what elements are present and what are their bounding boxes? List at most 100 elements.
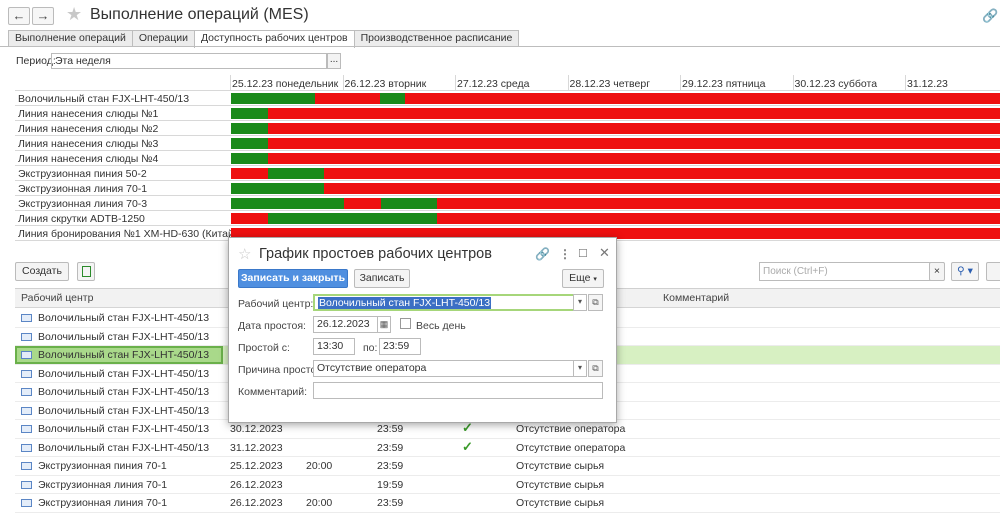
save-button[interactable]: Записать bbox=[354, 269, 410, 288]
cell-to: 23:59 bbox=[377, 423, 404, 435]
cell-wc: Экструзионная линия 70-1 bbox=[38, 478, 168, 491]
downtime-bar[interactable] bbox=[231, 93, 1000, 104]
link-icon[interactable]: 🔗 bbox=[982, 8, 998, 24]
to-time-field[interactable]: 23:59 bbox=[379, 338, 421, 355]
day-divider bbox=[567, 75, 569, 90]
close-icon[interactable]: ✕ bbox=[599, 245, 610, 261]
comment-label: Комментарий: bbox=[238, 386, 308, 398]
period-label: Период: bbox=[16, 55, 56, 67]
cell-reason: Отсутствие сырья bbox=[516, 497, 605, 509]
search-icon[interactable]: ⚲ ▾ bbox=[951, 262, 979, 281]
favorite-star-icon[interactable]: ★ bbox=[66, 4, 82, 25]
record-icon bbox=[21, 351, 32, 359]
link-icon[interactable]: 🔗 bbox=[535, 247, 550, 261]
from-time-field[interactable]: 13:30 bbox=[313, 338, 355, 355]
gantt-row-label[interactable]: Линия нанесения слюды №1 bbox=[18, 108, 158, 120]
available-bar[interactable] bbox=[231, 108, 269, 119]
gantt-row-label[interactable]: Линия бронирования №1 XM-HD-630 (Китай) bbox=[18, 228, 237, 240]
period-field[interactable]: Эта неделя bbox=[51, 53, 327, 69]
available-bar[interactable] bbox=[231, 183, 325, 194]
record-icon bbox=[21, 443, 32, 452]
cell-reason: Отсутствие оператора bbox=[516, 423, 626, 435]
tab-production-schedule[interactable]: Производственное расписание bbox=[353, 30, 520, 47]
day-header: 26.12.23 вторник bbox=[344, 78, 427, 90]
day-divider bbox=[230, 75, 231, 90]
tab-operations[interactable]: Операции bbox=[131, 30, 195, 47]
record-icon bbox=[21, 499, 32, 507]
clear-search-icon[interactable]: × bbox=[929, 262, 945, 281]
available-bar[interactable] bbox=[268, 213, 437, 224]
available-bar[interactable] bbox=[231, 198, 344, 209]
day-divider bbox=[905, 75, 906, 90]
gantt-row-label[interactable]: Экструзионная пиния 50-2 bbox=[18, 168, 147, 180]
cell-wc: Волочильный стан FJX-LHT-450/13 bbox=[38, 312, 210, 324]
save-and-close-button[interactable]: Записать и закрыть bbox=[238, 269, 348, 288]
cell-wc: Волочильный стан FJX-LHT-450/13 bbox=[38, 330, 210, 343]
chevron-down-icon[interactable]: ▾ bbox=[573, 294, 587, 311]
cell-to: 19:59 bbox=[377, 478, 404, 491]
back-arrow-icon[interactable]: ← bbox=[8, 7, 30, 25]
create-button[interactable]: Создать bbox=[15, 262, 69, 281]
available-bar[interactable] bbox=[268, 168, 325, 179]
downtime-bar[interactable] bbox=[231, 168, 1000, 179]
table-row[interactable]: Волочильный стан FJX-LHT-450/13 31.12.202… bbox=[15, 439, 1000, 457]
gantt-row-label[interactable]: Экструзионная линия 70-3 bbox=[18, 198, 147, 210]
cell-wc: Волочильный стан FJX-LHT-450/13 bbox=[38, 423, 210, 435]
forward-arrow-icon[interactable]: → bbox=[32, 7, 54, 25]
tab-divider bbox=[0, 46, 1000, 47]
allday-checkbox[interactable] bbox=[400, 318, 411, 329]
workcenter-field[interactable]: Волочильный стан FJX-LHT-450/13 bbox=[313, 294, 575, 311]
maximize-icon[interactable]: ☐ bbox=[578, 247, 588, 260]
day-divider bbox=[680, 75, 681, 90]
gantt-row-label[interactable]: Волочильный стан FJX-LHT-450/13 bbox=[18, 93, 189, 105]
available-bar[interactable] bbox=[231, 93, 316, 104]
period-select-button[interactable]: ... bbox=[327, 53, 341, 69]
to-label: по: bbox=[363, 342, 378, 354]
column-comment[interactable]: Комментарий bbox=[663, 292, 729, 304]
allday-label: Весь день bbox=[416, 320, 466, 332]
more-menu-icon[interactable]: ⋮ bbox=[559, 247, 571, 261]
excel-export-icon[interactable] bbox=[77, 262, 95, 281]
gantt-row-label[interactable]: Экструзионная линия 70-1 bbox=[18, 183, 147, 195]
downtime-bar[interactable] bbox=[231, 108, 1000, 119]
day-header: 27.12.23 среда bbox=[457, 78, 530, 90]
open-form-icon[interactable]: ⧉ bbox=[588, 294, 603, 311]
downtime-bar[interactable] bbox=[231, 138, 1000, 149]
dialog-title: График простоев рабочих центров bbox=[259, 246, 492, 262]
cell-wc: Волочильный стан FJX-LHT-450/13 bbox=[38, 349, 210, 361]
comment-field[interactable] bbox=[313, 382, 603, 399]
table-row[interactable]: Экструзионная линия 70-1 26.12.2023 20:00 2… bbox=[15, 494, 1000, 513]
table-row[interactable]: Экструзионная линия 70-1 26.12.2023 19:59 О… bbox=[15, 476, 1000, 494]
tab-operations-execution[interactable]: Выполнение операций bbox=[8, 30, 133, 47]
available-bar[interactable] bbox=[231, 138, 269, 149]
downtime-bar[interactable] bbox=[231, 198, 1000, 209]
gantt-row-label[interactable]: Линия нанесения слюды №3 bbox=[18, 138, 158, 150]
record-icon bbox=[21, 332, 32, 341]
chevron-down-icon[interactable]: ▾ bbox=[573, 360, 587, 377]
open-form-icon[interactable]: ⧉ bbox=[588, 360, 603, 377]
date-field[interactable]: 26.12.2023 bbox=[313, 316, 378, 333]
more-actions-button[interactable] bbox=[986, 262, 1000, 281]
row-divider bbox=[15, 120, 1000, 121]
available-bar[interactable] bbox=[231, 153, 269, 164]
downtime-dialog: ☆ График простоев рабочих центров 🔗 ⋮ ☐ … bbox=[228, 237, 617, 423]
reason-field[interactable]: Отсутствие оператора bbox=[313, 360, 575, 377]
downtime-bar[interactable] bbox=[231, 123, 1000, 134]
downtime-bar[interactable] bbox=[231, 183, 1000, 194]
title-bar: ← → ★ Выполнение операций (MES) 🔗 bbox=[0, 0, 1000, 30]
available-bar[interactable] bbox=[379, 93, 406, 104]
search-input[interactable]: Поиск (Ctrl+F) bbox=[759, 262, 944, 281]
record-icon bbox=[21, 388, 32, 396]
gantt-row-label[interactable]: Линия скрутки ADTB-1250 bbox=[18, 213, 145, 225]
availability-gantt: 25.12.23 понедельник 26.12.23 вторник 27.1… bbox=[15, 75, 1000, 245]
calendar-icon[interactable]: ▦ bbox=[377, 316, 391, 333]
table-row[interactable]: Экструзионная пиния 70-1 25.12.2023 20:00 2… bbox=[15, 457, 1000, 476]
more-button[interactable]: Еще ▾ bbox=[562, 269, 604, 288]
available-bar[interactable] bbox=[380, 198, 437, 209]
gantt-row-label[interactable]: Линия нанесения слюды №4 bbox=[18, 153, 158, 165]
available-bar[interactable] bbox=[231, 123, 269, 134]
downtime-bar[interactable] bbox=[231, 153, 1000, 164]
favorite-star-icon[interactable]: ☆ bbox=[238, 245, 251, 263]
column-workcenter[interactable]: Рабочий центр bbox=[21, 292, 93, 304]
gantt-row-label[interactable]: Линия нанесения слюды №2 bbox=[18, 123, 158, 135]
